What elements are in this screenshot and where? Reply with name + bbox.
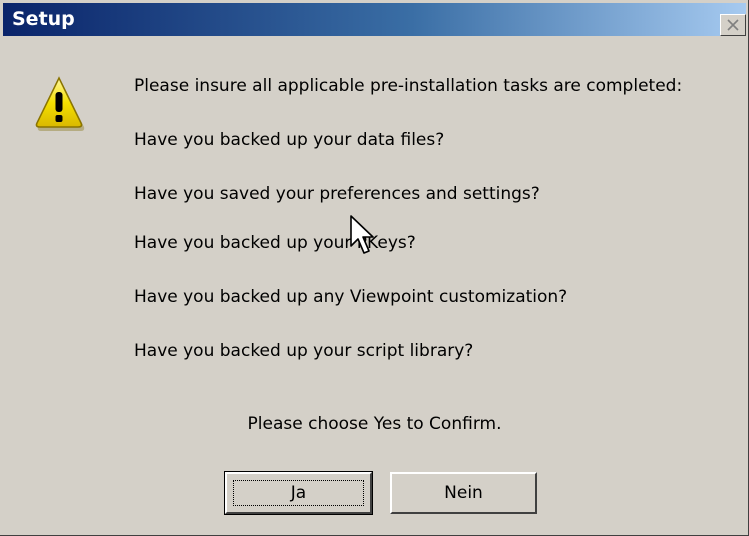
no-button[interactable]: Nein: [390, 472, 537, 514]
mouse-cursor-icon: [350, 215, 374, 254]
question-data-files: Have you backed up your data files?: [134, 130, 445, 150]
window-title: Setup: [12, 8, 75, 30]
focus-rect: [233, 480, 364, 506]
no-button-label: Nein: [444, 483, 483, 503]
close-button[interactable]: [720, 14, 746, 36]
yes-button[interactable]: Ja: [224, 471, 373, 515]
setup-dialog: Setup Please insure all applicable pre-i…: [0, 0, 749, 536]
title-bar[interactable]: Setup: [3, 3, 746, 36]
close-icon: [727, 19, 739, 31]
instruction-heading: Please insure all applicable pre-install…: [134, 76, 683, 96]
question-script-library: Have you backed up your script library?: [134, 341, 474, 361]
warning-icon: [35, 76, 85, 131]
question-viewpoint: Have you backed up any Viewpoint customi…: [134, 287, 568, 307]
confirm-text: Please choose Yes to Confirm.: [247, 414, 502, 434]
question-preferences: Have you saved your preferences and sett…: [134, 184, 540, 204]
